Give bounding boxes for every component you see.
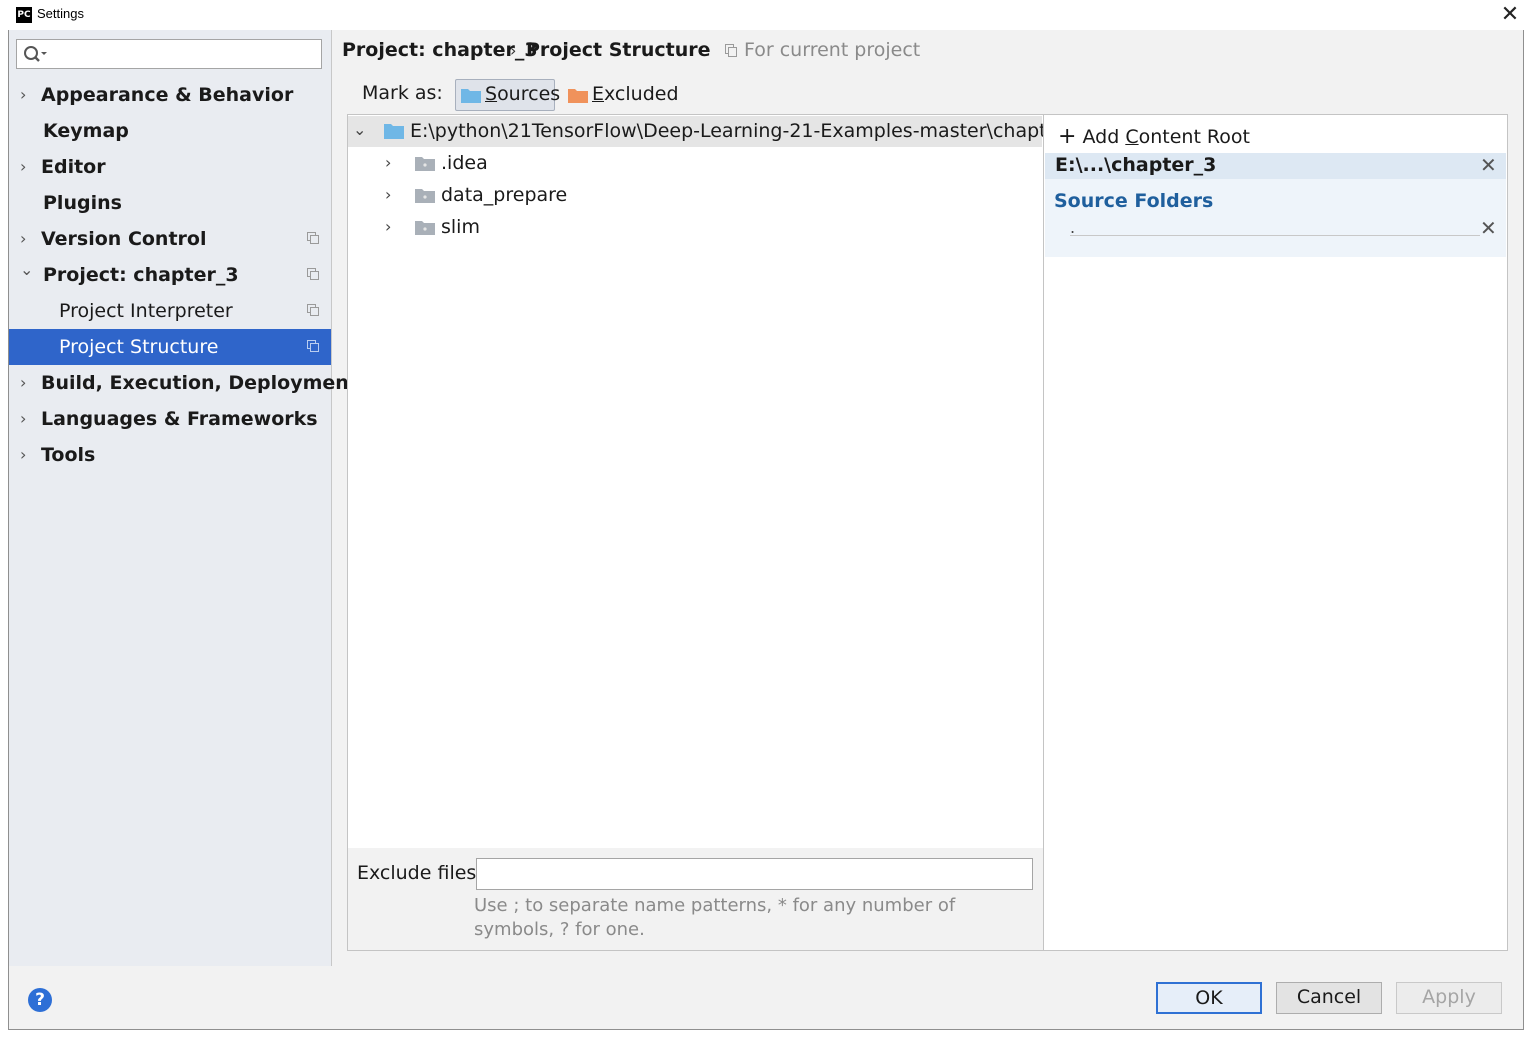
sidebar-item-label: Project: chapter_3	[43, 264, 239, 286]
mark-as-label: Mark as:	[362, 82, 443, 104]
sidebar-item-label: Build, Execution, Deployment	[41, 372, 358, 394]
chevron-right-icon: ›	[20, 445, 27, 464]
breadcrumb-separator: ›	[510, 41, 517, 60]
tree-item-slim[interactable]: slim	[441, 212, 480, 242]
chevron-right-icon[interactable]: ›	[385, 181, 401, 209]
search-icon	[24, 46, 47, 62]
sidebar-item-label: Languages & Frameworks	[41, 408, 318, 430]
chevron-down-icon[interactable]: ⌄	[353, 116, 369, 144]
plus-icon: +	[1058, 124, 1077, 149]
chevron-right-icon: ›	[20, 157, 27, 176]
chevron-right-icon[interactable]: ›	[385, 213, 401, 241]
mark-excluded-button[interactable]: Excluded	[592, 83, 679, 105]
tree-item-idea[interactable]: .idea	[441, 148, 488, 178]
sidebar-item-keymap[interactable]: Keymap	[9, 113, 331, 149]
folder-icon	[415, 157, 435, 171]
chevron-right-icon: ›	[20, 85, 27, 104]
exclude-files-label: Exclude files:	[357, 862, 483, 884]
sidebar-item-tools[interactable]: › Tools	[9, 437, 331, 473]
mark-sources-label: Sources	[485, 83, 561, 105]
project-scope-icon	[307, 232, 319, 244]
sidebar-item-project-chapter-3[interactable]: ⌄ Project: chapter_3	[9, 257, 331, 293]
source-folders-title: Source Folders	[1054, 190, 1214, 212]
chevron-right-icon[interactable]: ›	[385, 149, 401, 177]
remove-content-root-icon[interactable]: ✕	[1480, 153, 1497, 177]
help-button[interactable]: ?	[28, 988, 52, 1012]
ok-button[interactable]: OK	[1156, 982, 1262, 1014]
excluded-folder-icon	[568, 89, 588, 103]
sidebar-item-label: Keymap	[43, 120, 129, 142]
folder-icon	[415, 221, 435, 235]
sidebar-item-label: Project Structure	[59, 336, 219, 358]
project-scope-icon	[307, 268, 319, 280]
page-title: Project Structure	[526, 39, 711, 61]
add-content-root-button[interactable]: + Add Content Root	[1058, 124, 1250, 149]
project-scope-icon	[307, 340, 319, 352]
chevron-right-icon: ›	[20, 373, 27, 392]
sidebar-item-label: Plugins	[43, 192, 122, 214]
exclude-files-hint: Use ; to separate name patterns, * for a…	[474, 895, 956, 940]
sidebar-item-label: Editor	[41, 156, 106, 178]
chevron-right-icon: ›	[20, 409, 27, 428]
chevron-down-icon: ⌄	[20, 260, 34, 279]
sidebar-item-languages-frameworks[interactable]: › Languages & Frameworks	[9, 401, 331, 437]
sidebar-item-version-control[interactable]: › Version Control	[9, 221, 331, 257]
sidebar-item-project-structure[interactable]: Project Structure	[9, 329, 331, 365]
sidebar-item-plugins[interactable]: Plugins	[9, 185, 331, 221]
scope-label: For current project	[744, 39, 921, 61]
tree-item-data-prepare[interactable]: data_prepare	[441, 180, 567, 210]
project-scope-icon	[725, 44, 737, 57]
title-bar	[8, 0, 1524, 30]
folder-icon	[415, 189, 435, 203]
sidebar-item-editor[interactable]: › Editor	[9, 149, 331, 185]
breadcrumb-project: Project: chapter_3	[342, 39, 538, 61]
sidebar-item-label: Appearance & Behavior	[41, 84, 294, 106]
source-folder-icon	[461, 89, 481, 103]
sidebar-item-appearance-behavior[interactable]: › Appearance & Behavior	[9, 77, 331, 113]
sidebar-item-build-execution-deployment[interactable]: › Build, Execution, Deployment	[9, 365, 358, 401]
tree-root-label: E:\python\21TensorFlow\Deep-Learning-21-…	[410, 120, 1088, 142]
sidebar-item-label: Tools	[41, 444, 96, 466]
app-logo-icon: PC	[16, 7, 32, 23]
sidebar-item-label: Project Interpreter	[59, 300, 233, 322]
apply-button[interactable]: Apply	[1396, 982, 1502, 1014]
sidebar-item-project-interpreter[interactable]: Project Interpreter	[9, 293, 331, 329]
remove-source-folder-icon[interactable]: ✕	[1480, 216, 1497, 240]
close-window-button[interactable]: ✕	[1496, 2, 1524, 28]
project-scope-icon	[307, 304, 319, 316]
content-root-path: E:\...\chapter_3	[1055, 154, 1217, 176]
exclude-files-input[interactable]	[476, 858, 1033, 890]
sidebar-item-label: Version Control	[41, 228, 207, 250]
cancel-button[interactable]: Cancel	[1276, 982, 1382, 1014]
settings-search-input[interactable]	[16, 39, 322, 69]
source-folder-divider	[1070, 235, 1480, 236]
window-title: Settings	[37, 6, 84, 21]
source-folder-icon	[384, 124, 404, 139]
